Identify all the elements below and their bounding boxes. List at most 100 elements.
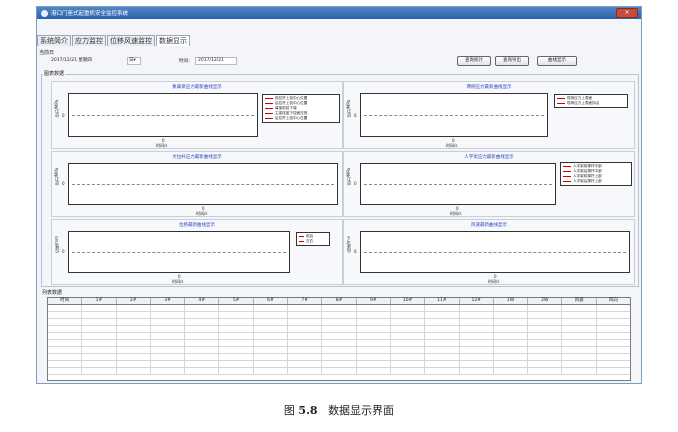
table-row[interactable]: [48, 305, 630, 312]
table-cell: [48, 368, 83, 374]
table-cell: [425, 326, 460, 332]
legend-item: 后拉杆上铰中心位置: [265, 116, 337, 121]
column-header[interactable]: 11#: [425, 298, 460, 304]
window-title: 港口门座式起重机安全监控系统: [51, 11, 129, 17]
close-button[interactable]: ×: [616, 8, 638, 18]
table-cell: [425, 361, 460, 367]
table-row[interactable]: [48, 354, 630, 361]
table-cell: [185, 326, 220, 332]
table-cell: [322, 347, 357, 353]
y-zero-tick: 0: [354, 181, 357, 186]
tab-displacement-wind-monitor[interactable]: 位移风速监控: [107, 35, 155, 46]
table-cell: [48, 326, 83, 332]
column-header[interactable]: 1#: [82, 298, 117, 304]
table-cell: [391, 319, 426, 325]
column-header[interactable]: 2#: [117, 298, 151, 304]
table-cell: [562, 368, 597, 374]
tab-data-display[interactable]: 数据显示: [156, 35, 190, 46]
column-header[interactable]: 风速: [562, 298, 597, 304]
period-select[interactable]: 日▾: [127, 57, 141, 65]
table-cell: [151, 347, 186, 353]
column-header[interactable]: 6#: [254, 298, 289, 304]
data-table[interactable]: 时间 1# 2# 3# 4# 5# 6# 7# 8# 9# 10# 11# 12# 1W 2W 风速 风向: [47, 297, 631, 381]
table-cell: [288, 354, 323, 360]
tab-system-intro[interactable]: 系统简介: [37, 35, 71, 46]
table-row[interactable]: [48, 340, 630, 347]
table-cell: [425, 347, 460, 353]
table-cell: [357, 333, 391, 339]
table-cell: [562, 333, 597, 339]
table-cell: [357, 368, 391, 374]
table-cell: [460, 305, 494, 311]
table-cell: [528, 354, 563, 360]
column-header[interactable]: 2W: [528, 298, 563, 304]
table-cell: [357, 319, 391, 325]
column-header[interactable]: 5#: [219, 298, 254, 304]
y-zero-tick: 0: [62, 249, 65, 254]
query-stats-button[interactable]: 查询统计: [457, 56, 491, 66]
table-row[interactable]: [48, 319, 630, 326]
column-header[interactable]: 10#: [391, 298, 426, 304]
table-cell: [597, 312, 630, 318]
table-cell: [391, 333, 426, 339]
table-cell: [288, 312, 323, 318]
table-cell: [151, 305, 186, 311]
table-cell: [597, 333, 630, 339]
table-row[interactable]: [48, 312, 630, 319]
table-cell: [460, 361, 494, 367]
table-cell: [117, 347, 151, 353]
table-cell: [494, 333, 529, 339]
table-cell: [82, 319, 117, 325]
plot-area: [360, 93, 548, 137]
column-header[interactable]: 4#: [185, 298, 220, 304]
time-input[interactable]: 2017/12/21: [195, 57, 237, 65]
table-cell: [357, 361, 391, 367]
table-cell: [219, 326, 254, 332]
column-header[interactable]: 9#: [357, 298, 391, 304]
legend-item: 人字架后撑杆上部: [563, 179, 629, 184]
table-row[interactable]: [48, 326, 630, 333]
table-cell: [82, 340, 117, 346]
curve-display-button[interactable]: 曲线显示: [537, 56, 577, 66]
table-cell: [357, 347, 391, 353]
table-cell: [82, 368, 117, 374]
table-row[interactable]: [48, 333, 630, 340]
legend-item: 现场应力上表面拐点: [557, 101, 625, 106]
table-group-label: 列表数据: [41, 289, 64, 296]
table-cell: [288, 326, 323, 332]
table-row[interactable]: [48, 368, 630, 375]
column-header[interactable]: 7#: [288, 298, 323, 304]
column-header[interactable]: 12#: [460, 298, 494, 304]
table-row[interactable]: [48, 361, 630, 368]
caption-text: 数据显示界面: [328, 404, 395, 417]
table-cell: [562, 340, 597, 346]
table-cell: [391, 347, 426, 353]
table-cell: [185, 361, 220, 367]
table-cell: [254, 312, 289, 318]
y-zero-tick: 0: [354, 113, 357, 118]
column-header[interactable]: 3#: [151, 298, 186, 304]
table-cell: [288, 305, 323, 311]
table-row[interactable]: [48, 347, 630, 354]
table-cell: [528, 305, 563, 311]
table-cell: [82, 361, 117, 367]
table-cell: [254, 361, 289, 367]
table-cell: [151, 319, 186, 325]
panel-displacement: 位移最新曲线显示 位移/mm 0 0 时间/s 前后 左右: [51, 219, 343, 285]
query-export-button[interactable]: 查询导出: [495, 56, 529, 66]
table-cell: [151, 333, 186, 339]
app-window: 港口门座式起重机安全监控系统 × 系统简介 应力监控 位移风速监控 数据显示 当…: [36, 6, 642, 384]
table-cell: [82, 347, 117, 353]
tab-stress-monitor[interactable]: 应力监控: [72, 35, 106, 46]
table-header: 时间 1# 2# 3# 4# 5# 6# 7# 8# 9# 10# 11# 12# 1W 2W 风速 风向: [48, 298, 630, 305]
column-header[interactable]: 8#: [322, 298, 357, 304]
column-header[interactable]: 时间: [48, 298, 83, 304]
table-cell: [494, 361, 529, 367]
table-cell: [597, 305, 630, 311]
table-cell: [494, 312, 529, 318]
table-cell: [597, 326, 630, 332]
time-label: 时间：: [179, 59, 193, 64]
column-header[interactable]: 1W: [494, 298, 529, 304]
column-header[interactable]: 风向: [597, 298, 630, 304]
table-cell: [322, 333, 357, 339]
